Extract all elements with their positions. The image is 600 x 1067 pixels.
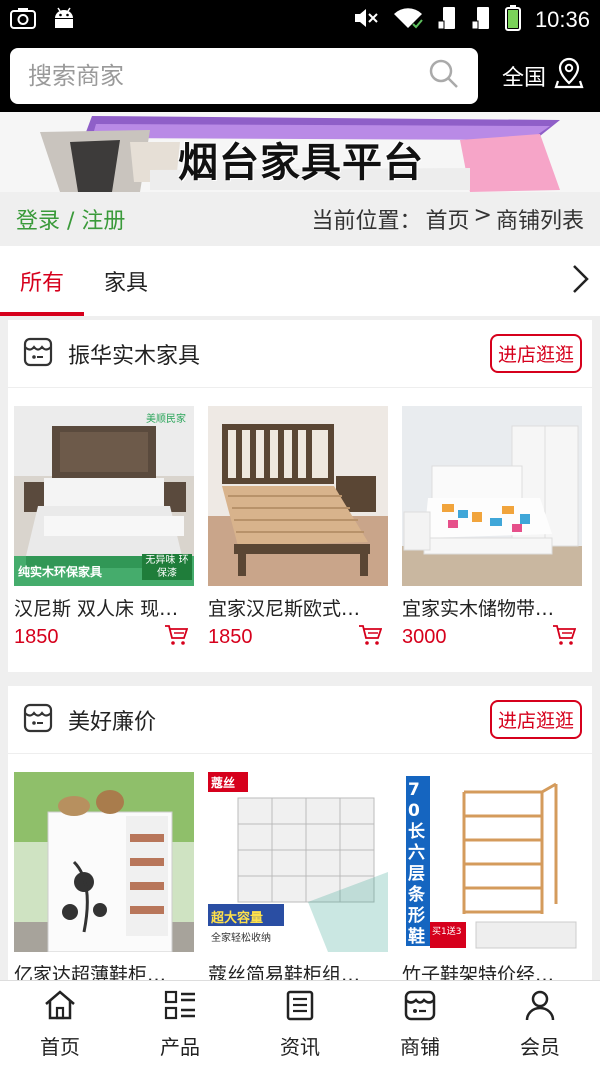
nav-products[interactable]: 产品 xyxy=(120,981,240,1067)
wifi-icon xyxy=(393,6,423,34)
tab-all[interactable]: 所有 xyxy=(0,246,85,316)
android-icon xyxy=(52,6,76,34)
breadcrumb-current: 商铺列表 xyxy=(495,209,584,234)
cart-icon[interactable] xyxy=(358,624,383,650)
product-price: 1850 xyxy=(208,625,253,648)
chevron-right-icon xyxy=(570,263,590,299)
image-vertical-text: 70长六层条形鞋架 xyxy=(408,780,425,952)
product-image[interactable] xyxy=(402,406,582,586)
region-label: 全国 xyxy=(501,66,546,91)
image-brand: 美顺民家 xyxy=(146,414,186,425)
nav-shops[interactable]: 商铺 xyxy=(360,981,480,1067)
news-icon xyxy=(283,989,317,1025)
shop-card: 振华实木家具 进店逛逛 美顺民家 纯实木环保家具 无异味 环保漆 汉尼斯 双人床… xyxy=(8,320,592,672)
login-register-link[interactable]: 登录 / 注册 xyxy=(16,203,125,235)
product-image[interactable]: 70长六层条形鞋架 买1送3 xyxy=(402,772,582,952)
nav-member[interactable]: 会员 xyxy=(480,981,600,1067)
product-name[interactable]: 宜家汉尼斯欧式… xyxy=(208,594,388,620)
nav-label: 资讯 xyxy=(280,1034,320,1059)
product-image[interactable] xyxy=(14,772,194,952)
search-box[interactable] xyxy=(10,48,478,104)
breadcrumb-separator: > xyxy=(473,203,492,228)
tab-furniture[interactable]: 家具 xyxy=(84,246,168,316)
product-name[interactable]: 亿家达超薄鞋柜… xyxy=(14,960,194,980)
banner-title: 烟台家具平台 xyxy=(178,140,424,186)
category-tabs: 所有 家具 xyxy=(0,246,600,316)
product-card[interactable]: 宜家实木储物带… 3000 xyxy=(402,406,582,650)
shop-card-header: 美好廉价 进店逛逛 xyxy=(8,686,592,754)
product-image[interactable]: 美顺民家 纯实木环保家具 无异味 环保漆 xyxy=(14,406,194,586)
product-card[interactable]: 亿家达超薄鞋柜… xyxy=(14,772,194,980)
breadcrumb: 当前位置： 首页 > 商铺列表 xyxy=(312,203,584,235)
product-price: 3000 xyxy=(402,625,447,648)
breadcrumb-bar: 登录 / 注册 当前位置： 首页 > 商铺列表 xyxy=(0,192,600,246)
tabs-scroll-right[interactable] xyxy=(560,246,600,316)
product-list-icon xyxy=(163,989,197,1025)
member-icon xyxy=(523,989,557,1025)
image-caption: 超大容量 xyxy=(211,911,264,926)
image-sub: 全家轻松收纳 xyxy=(211,933,271,944)
nav-news[interactable]: 资讯 xyxy=(240,981,360,1067)
home-icon xyxy=(43,989,77,1025)
sim2-icon xyxy=(471,5,491,35)
mute-icon xyxy=(353,6,379,34)
shop-icon xyxy=(22,702,54,738)
product-card[interactable]: 宜家汉尼斯欧式… 1850 xyxy=(208,406,388,650)
nav-label: 商铺 xyxy=(400,1034,440,1059)
product-name[interactable]: 蔻丝简易鞋柜组… xyxy=(208,960,388,980)
nav-home[interactable]: 首页 xyxy=(0,981,120,1067)
region-selector[interactable]: 全国 xyxy=(502,57,590,95)
platform-banner: 烟台家具平台 xyxy=(0,112,600,192)
sim1-icon xyxy=(437,5,457,35)
screenshot-icon xyxy=(10,7,36,33)
search-icon[interactable] xyxy=(428,58,460,94)
product-card[interactable]: 蔻丝 超大容量 全家轻松收纳 蔻丝简易鞋柜组… xyxy=(208,772,388,980)
shop-card: 美好廉价 进店逛逛 亿家达超薄鞋柜… 蔻丝 超大容量 全家轻松收纳 蔻丝简易鞋柜… xyxy=(8,686,592,980)
app-header: 全国 xyxy=(0,40,600,112)
product-card[interactable]: 70长六层条形鞋架 买1送3 竹子鞋架特价经… xyxy=(402,772,582,980)
status-bar: 10:36 xyxy=(0,0,600,40)
shop-name: 美好廉价 xyxy=(68,709,157,735)
image-badge: 买1送3 xyxy=(432,927,462,937)
product-name[interactable]: 竹子鞋架特价经… xyxy=(402,960,582,980)
shop-card-header: 振华实木家具 进店逛逛 xyxy=(8,320,592,388)
image-badge: 无异味 环保漆 xyxy=(142,554,192,580)
breadcrumb-prefix: 当前位置： xyxy=(311,209,422,234)
breadcrumb-home[interactable]: 首页 xyxy=(426,203,470,235)
cart-icon[interactable] xyxy=(164,624,189,650)
image-brand: 蔻丝 xyxy=(211,776,236,790)
bottom-navigation: 首页 产品 资讯 商铺 会员 xyxy=(0,980,600,1067)
tab-label: 所有 xyxy=(20,271,65,296)
product-name[interactable]: 宜家实木储物带… xyxy=(402,594,582,620)
product-name[interactable]: 汉尼斯 双人床 现… xyxy=(14,594,194,620)
product-row: 美顺民家 纯实木环保家具 无异味 环保漆 汉尼斯 双人床 现… 1850 宜家汉… xyxy=(8,388,592,650)
battery-icon xyxy=(504,5,521,35)
product-card[interactable]: 美顺民家 纯实木环保家具 无异味 环保漆 汉尼斯 双人床 现… 1850 xyxy=(14,406,194,650)
product-price: 1850 xyxy=(14,625,59,648)
nav-label: 首页 xyxy=(40,1034,80,1059)
nav-label: 会员 xyxy=(520,1034,560,1059)
visit-shop-button[interactable]: 进店逛逛 xyxy=(489,334,582,373)
nav-label: 产品 xyxy=(160,1034,200,1059)
clock: 10:36 xyxy=(534,7,590,32)
location-pin-icon xyxy=(554,57,584,95)
visit-shop-button[interactable]: 进店逛逛 xyxy=(489,700,582,739)
cart-icon[interactable] xyxy=(552,624,577,650)
shop-icon xyxy=(403,989,437,1025)
shop-icon xyxy=(22,336,54,372)
image-caption: 纯实木环保家具 xyxy=(18,565,103,579)
product-image[interactable]: 蔻丝 超大容量 全家轻松收纳 xyxy=(208,772,388,952)
tab-label: 家具 xyxy=(104,271,149,296)
product-image[interactable] xyxy=(208,406,388,586)
search-input[interactable] xyxy=(28,62,428,90)
product-row: 亿家达超薄鞋柜… 蔻丝 超大容量 全家轻松收纳 蔻丝简易鞋柜组… 70长六层条形… xyxy=(8,754,592,980)
shop-name: 振华实木家具 xyxy=(68,343,201,369)
